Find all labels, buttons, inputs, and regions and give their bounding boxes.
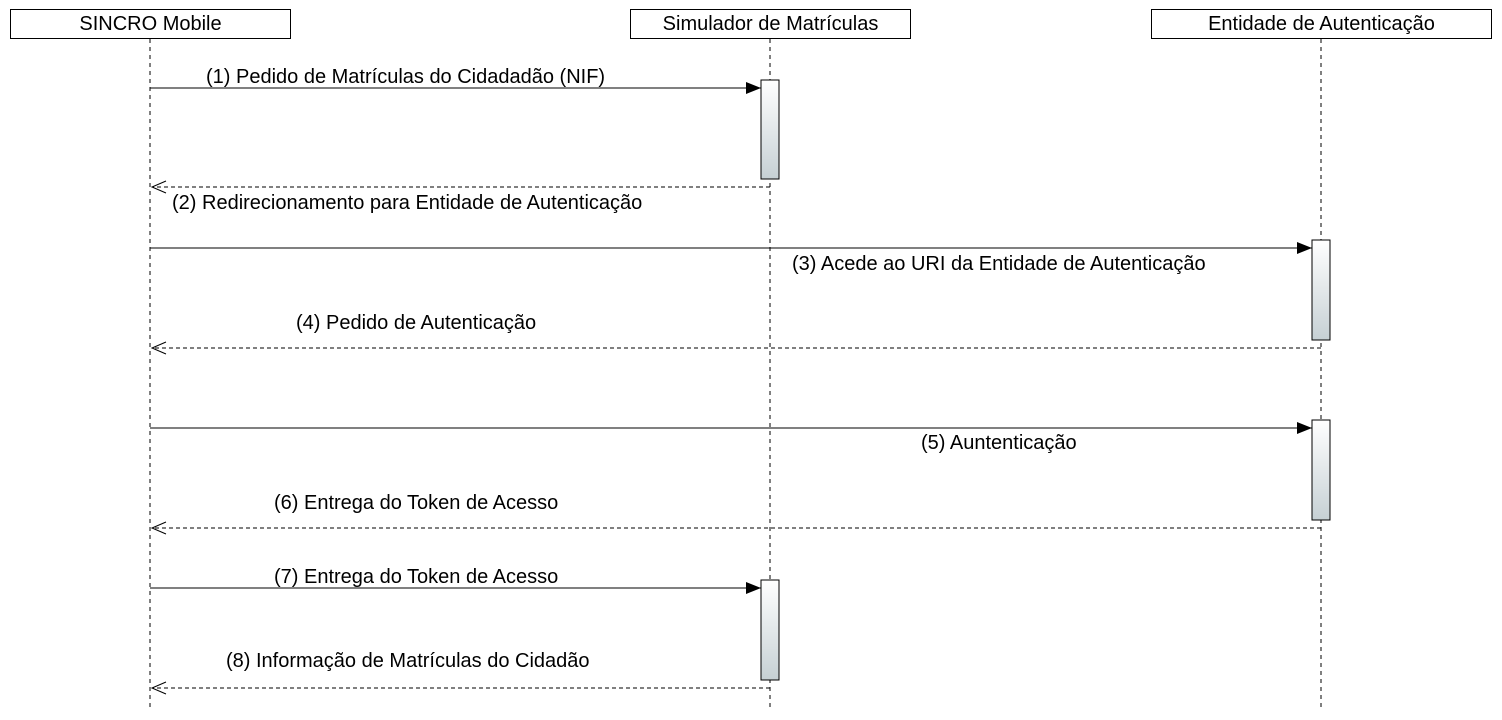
participant-entidade-autenticacao: Entidade de Autenticação bbox=[1151, 9, 1492, 39]
message-label-4: (4) Pedido de Autenticação bbox=[296, 312, 537, 334]
message-arrow-6 bbox=[150, 521, 1321, 535]
message-label-1: (1) Pedido de Matrículas do Cidadadão (N… bbox=[206, 66, 606, 88]
arrow-head-filled bbox=[746, 82, 761, 94]
participant-sincro-mobile: SINCRO Mobile bbox=[10, 9, 291, 39]
arrow-head-filled bbox=[1297, 422, 1312, 434]
message-label-7: (7) Entrega do Token de Acesso bbox=[274, 566, 559, 588]
message-label-2: (2) Redirecionamento para Entidade de Au… bbox=[172, 192, 643, 214]
message-arrow-8 bbox=[150, 681, 770, 695]
message-arrow-5 bbox=[150, 422, 1312, 434]
arrow-head-filled bbox=[1297, 242, 1312, 254]
sequence-diagram bbox=[149, 39, 1331, 710]
activation-bar-3 bbox=[1311, 419, 1331, 521]
participant-label: SINCRO Mobile bbox=[79, 12, 222, 35]
arrow-head-filled bbox=[746, 582, 761, 594]
activation-bar-1 bbox=[760, 79, 780, 180]
message-label-3: (3) Acede ao URI da Entidade de Autentic… bbox=[792, 253, 1206, 275]
activation-bar-2 bbox=[1311, 239, 1331, 341]
participant-label: Entidade de Autenticação bbox=[1208, 12, 1435, 35]
message-label-8: (8) Informação de Matrículas do Cidadão bbox=[226, 650, 590, 672]
participant-label: Simulador de Matrículas bbox=[662, 12, 879, 35]
message-label-5: (5) Auntenticação bbox=[921, 432, 1077, 454]
activation-bar-4 bbox=[760, 579, 780, 681]
message-label-6: (6) Entrega do Token de Acesso bbox=[274, 492, 559, 514]
participant-simulador-matriculas: Simulador de Matrículas bbox=[630, 9, 911, 39]
message-arrow-4 bbox=[150, 341, 1321, 355]
